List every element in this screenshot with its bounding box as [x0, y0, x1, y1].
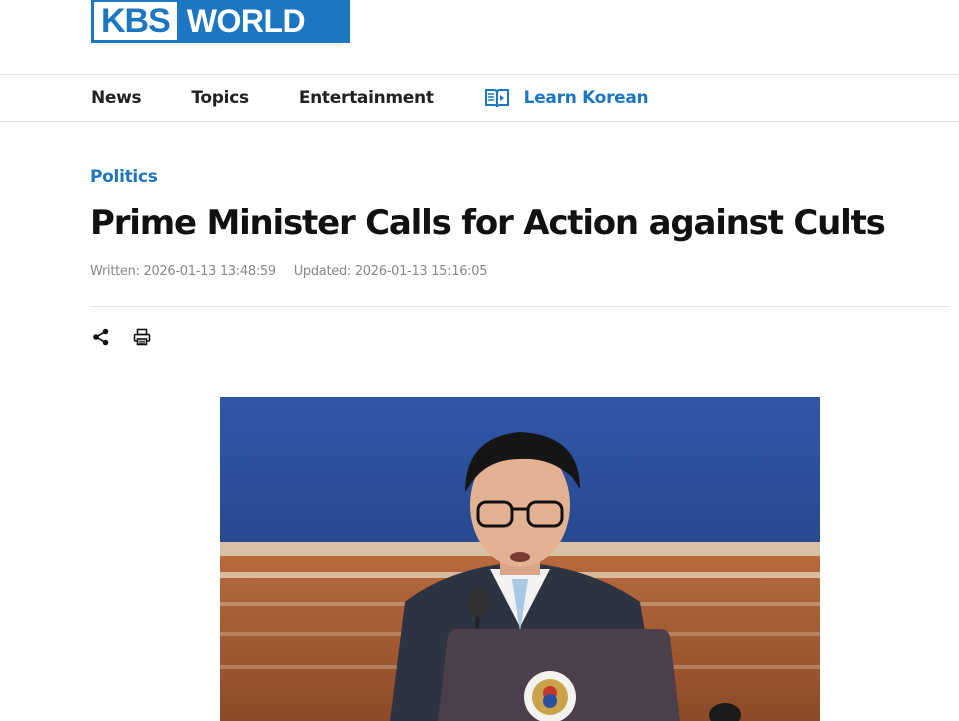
kbs-world-logo[interactable]: KBS WORLD — [91, 0, 350, 43]
nav-item-learn-korean[interactable]: Learn Korean — [484, 87, 649, 109]
article-divider — [90, 306, 950, 307]
written-date: Written: 2026-01-13 13:48:59 — [90, 264, 276, 279]
article-title: Prime Minister Calls for Action against … — [90, 203, 886, 243]
article-category[interactable]: Politics — [90, 167, 158, 187]
learn-korean-label: Learn Korean — [523, 88, 649, 108]
photo-illustration — [220, 397, 820, 721]
nav-item-topics[interactable]: Topics — [191, 88, 249, 108]
article-meta: Written: 2026-01-13 13:48:59 Updated: 20… — [90, 264, 488, 279]
main-nav: News Topics Entertainment Learn Korean — [91, 75, 649, 121]
print-button[interactable] — [131, 326, 153, 348]
print-icon — [133, 328, 151, 346]
nav-item-entertainment[interactable]: Entertainment — [299, 88, 434, 108]
share-icon — [93, 328, 109, 346]
updated-date: Updated: 2026-01-13 15:16:05 — [293, 264, 488, 279]
logo-world-text: WORLD — [186, 2, 306, 39]
nav-item-news[interactable]: News — [91, 88, 142, 108]
article-photo — [220, 397, 820, 721]
article-tools — [90, 326, 153, 348]
book-icon — [484, 89, 509, 108]
nav-bottom-divider — [0, 121, 959, 122]
logo-kbs-text: KBS — [94, 2, 177, 40]
share-button[interactable] — [90, 326, 112, 348]
